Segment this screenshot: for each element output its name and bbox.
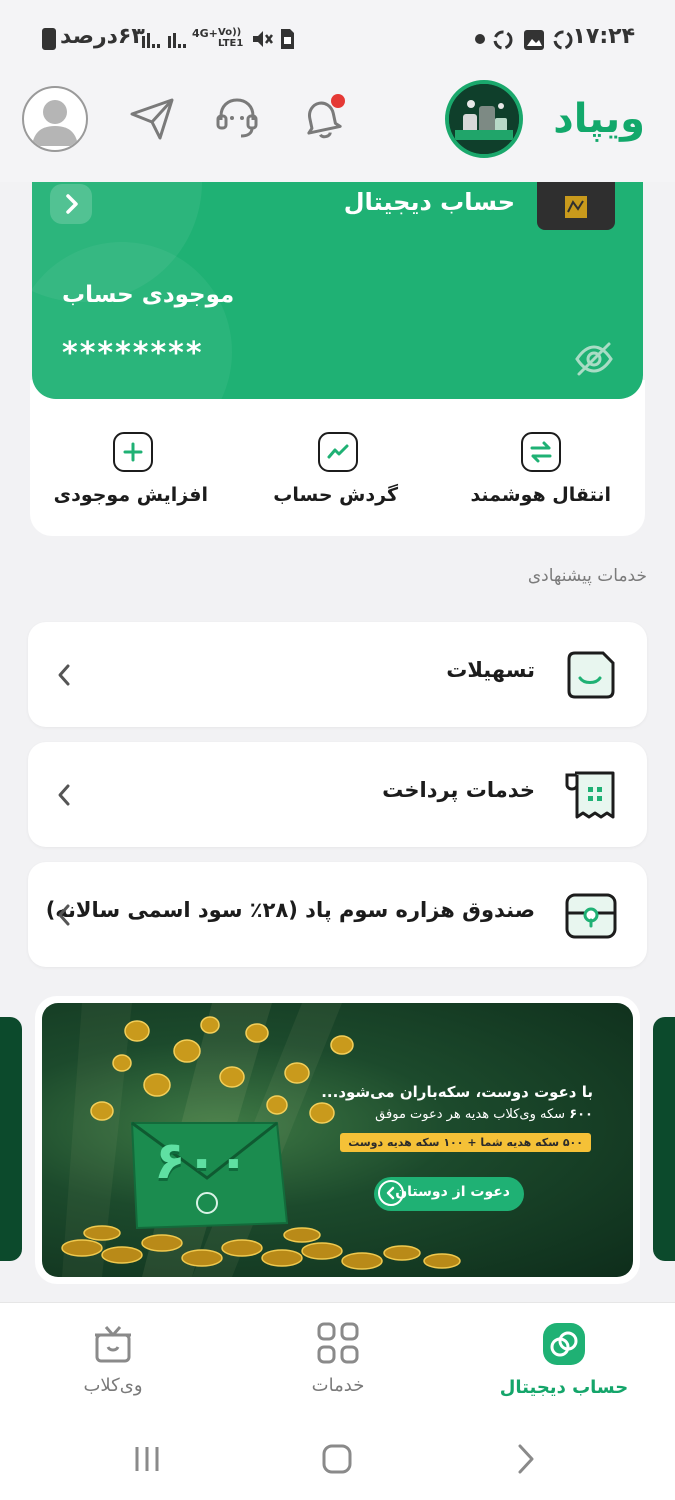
banner-subtitle: ۶۰۰ سکه وی‌کلاب هدیه هر دعوت موفق: [375, 1107, 593, 1122]
invite-friends-button[interactable]: دعوت از دوستان: [374, 1177, 524, 1211]
account-title: حساب دیجیتال: [343, 188, 515, 216]
bottom-navigation: حساب دیجیتال خدمات وی‌کلاب: [0, 1302, 675, 1420]
battery-icon: [42, 28, 56, 50]
service-item-loans[interactable]: تسهیلات: [28, 622, 647, 727]
gift-icon: [95, 1326, 131, 1363]
sim-icon: [281, 29, 294, 49]
recent-apps-icon[interactable]: [130, 1442, 164, 1476]
battery-percent: ۶۳درصد: [60, 24, 145, 49]
service-label: خدمات پرداخت: [382, 778, 535, 802]
eye-off-icon[interactable]: [573, 338, 615, 380]
service-label: صندوق هزاره سوم پاد (۲۸٪ سود اسمی سالانه…: [45, 898, 535, 922]
chevron-left-icon: [58, 784, 70, 806]
plus-icon: [113, 432, 153, 472]
brand-name: ویپاد: [553, 96, 645, 142]
chevron-right-icon: [66, 194, 78, 214]
profile-avatar[interactable]: [22, 86, 88, 152]
loan-icon: [567, 651, 615, 699]
status-time: ۱۷:۲۴: [572, 24, 635, 49]
status-bar: ۱۷:۲۴ ۶۳درصد 4G+ Vo)) LTE1: [0, 0, 675, 78]
account-statement-action[interactable]: گردش حساب: [273, 432, 398, 506]
brand-logo[interactable]: [445, 80, 523, 158]
top-up-action[interactable]: افزایش موجودی: [53, 432, 208, 506]
service-label: تسهیلات: [446, 658, 535, 682]
dot-icon: [475, 34, 485, 44]
nav-services[interactable]: خدمات: [288, 1321, 388, 1396]
nav-label: خدمات: [311, 1375, 365, 1396]
grid-icon: [317, 1322, 359, 1364]
banner-title: با دعوت دوست، سکه‌باران می‌شود...: [321, 1083, 593, 1101]
mute-icon: [253, 31, 273, 47]
nav-digital-account[interactable]: حساب دیجیتال: [499, 1321, 629, 1398]
chevron-left-icon: [58, 664, 70, 686]
support-headset-icon[interactable]: [211, 92, 263, 144]
network-type: 4G+: [192, 27, 218, 40]
invite-friends-banner[interactable]: ۶۰۰ با دعوت دوست، سکه‌باران می‌شود... ۶۰…: [42, 1003, 633, 1277]
notification-dot: [331, 94, 345, 108]
service-item-fund[interactable]: صندوق هزاره سوم پاد (۲۸٪ سود اسمی سالانه…: [28, 862, 647, 967]
back-icon[interactable]: [510, 1442, 540, 1476]
home-icon[interactable]: [318, 1440, 356, 1478]
volte-label: Vo)) LTE1: [218, 27, 244, 49]
sync-icon-2: [553, 30, 573, 50]
top-up-label: افزایش موجودی: [53, 484, 208, 506]
suggested-services-title: خدمات پیشنهادی: [527, 566, 647, 586]
balance-label: موجودی حساب: [62, 282, 235, 308]
nav-label: حساب دیجیتال: [499, 1377, 629, 1398]
chart-line-icon: [318, 432, 358, 472]
balance-value: ********: [62, 336, 204, 371]
account-chevron-button[interactable]: [50, 184, 92, 224]
banner-gift-pill: ۵۰۰ سکه هدیه شما + ۱۰۰ سکه هدیه دوست: [340, 1133, 591, 1152]
account-statement-label: گردش حساب: [273, 484, 398, 506]
transfer-arrows-icon: [521, 432, 561, 472]
banner-subtitle-text: سکه وی‌کلاب هدیه هر دعوت موفق: [375, 1107, 566, 1122]
send-icon[interactable]: [126, 92, 178, 144]
app-header: ویپاد: [0, 78, 675, 182]
nav-vclub[interactable]: وی‌کلاب: [66, 1321, 160, 1396]
system-navigation-bar: [0, 1420, 675, 1500]
invite-friends-label: دعوت از دوستان: [395, 1184, 510, 1200]
banner-coin-count: ۶۰۰: [569, 1107, 593, 1122]
smart-transfer-action[interactable]: انتقال هوشمند: [470, 432, 611, 506]
account-actions-card: انتقال هوشمند گردش حساب افزایش موجودی: [30, 380, 645, 536]
gallery-icon: [524, 30, 544, 50]
sync-icon: [493, 30, 513, 50]
banner-big-number: ۶۰۰: [154, 1131, 250, 1191]
bell-icon[interactable]: [296, 92, 348, 144]
bank-logo-icon: [537, 182, 615, 230]
chevron-left-circle-icon: [378, 1180, 404, 1206]
digital-account-card[interactable]: حساب دیجیتال موجودی حساب ********: [32, 182, 643, 399]
signal-icon-2: [168, 33, 186, 48]
signal-icon: [142, 33, 160, 48]
chevron-left-icon: [58, 904, 70, 926]
digital-account-icon: [543, 1323, 585, 1365]
service-item-payments[interactable]: خدمات پرداخت: [28, 742, 647, 847]
smart-transfer-label: انتقال هوشمند: [470, 484, 611, 506]
receipt-icon: [565, 771, 615, 819]
carousel-peek-left[interactable]: [0, 1017, 22, 1261]
nav-label: وی‌کلاب: [83, 1375, 143, 1396]
carousel-peek-right[interactable]: [653, 1017, 675, 1261]
safe-box-icon: [565, 893, 617, 939]
